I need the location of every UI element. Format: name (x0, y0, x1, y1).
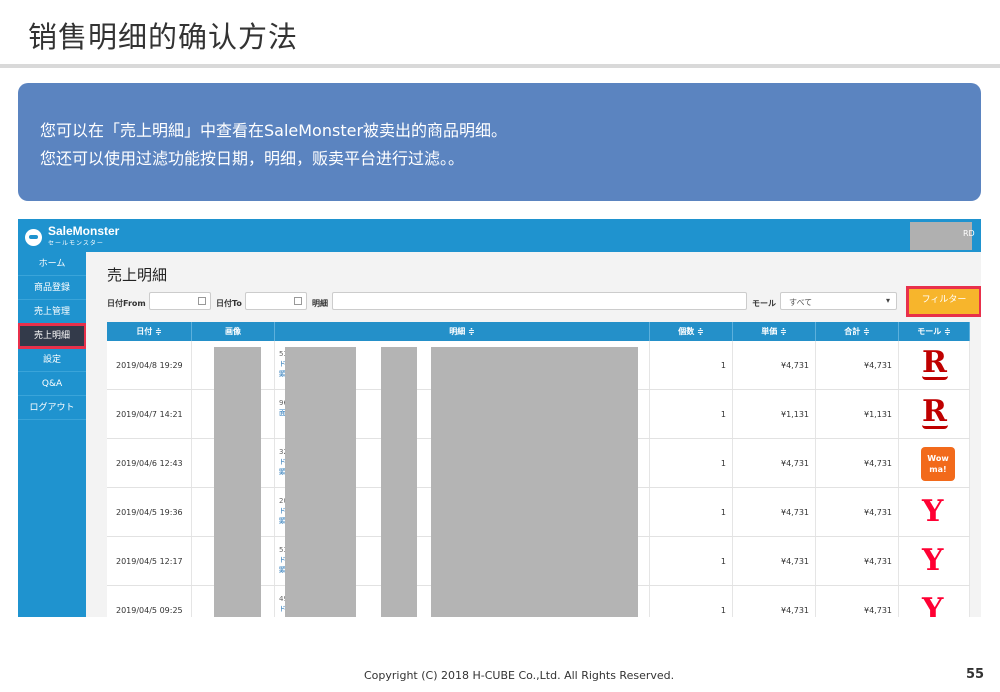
filter-button[interactable]: フィルター (906, 286, 981, 317)
copyright-footer: Copyright (C) 2018 H-CUBE Co.,Ltd. All R… (364, 669, 675, 682)
row-date: 2019/04/7 14:21 (107, 390, 192, 438)
row-qty: 1 (650, 341, 733, 389)
row-date: 2019/04/6 12:43 (107, 439, 192, 487)
filter-bar: 日付From 日付To 明細 モール すべて ▾ (107, 292, 977, 312)
redaction-block (214, 347, 261, 617)
sidebar-item-sales-detail[interactable]: 売上明細 (18, 323, 87, 349)
page-number: 55 (966, 667, 985, 682)
detail-label: 明細 (312, 299, 328, 308)
sidebar-item-home[interactable]: ホーム (18, 252, 86, 276)
redaction-block (285, 347, 356, 617)
redaction-block (381, 347, 417, 617)
title-divider (0, 64, 1000, 68)
chevron-down-icon: ▾ (885, 296, 890, 305)
row-unit-price: ¥4,731 (733, 488, 816, 536)
row-mall: R (899, 341, 970, 389)
row-unit-price: ¥4,731 (733, 586, 816, 617)
row-date: 2019/04/8 19:29 (107, 341, 192, 389)
row-total: ¥1,131 (816, 390, 899, 438)
sidebar-item-qa[interactable]: Q&A (18, 372, 86, 396)
row-date: 2019/04/5 09:25 (107, 586, 192, 617)
row-date: 2019/04/5 19:36 (107, 488, 192, 536)
row-qty: 1 (650, 390, 733, 438)
date-to-label: 日付To (216, 299, 242, 308)
col-qty[interactable]: 個数 ≑ (650, 322, 733, 341)
row-qty: 1 (650, 439, 733, 487)
col-total[interactable]: 合計 ≑ (816, 322, 899, 341)
row-unit-price: ¥4,731 (733, 341, 816, 389)
row-mall: Wow ma! (899, 439, 970, 487)
monster-logo-icon (25, 229, 42, 246)
row-unit-price: ¥4,731 (733, 439, 816, 487)
row-date: 2019/04/5 12:17 (107, 537, 192, 585)
rakuten-logo-underline (922, 376, 948, 380)
info-line-2: 您还可以使用过滤功能按日期，明细，贩卖平台进行过滤。。 (40, 149, 465, 168)
yahoo-logo-icon: Y (922, 592, 944, 617)
mall-select-value: すべて (789, 298, 813, 307)
sidebar-item-product-register[interactable]: 商品登録 (18, 276, 86, 300)
sidebar-item-logout[interactable]: ログアウト (18, 396, 86, 420)
calendar-icon[interactable] (198, 297, 206, 305)
yahoo-logo-icon: Y (922, 543, 944, 578)
page-title: 売上明細 (107, 266, 168, 284)
row-mall: Y (899, 488, 970, 536)
row-mall: Y (899, 537, 970, 585)
slide-title: 销售明细的确认方法 (28, 20, 299, 54)
row-qty: 1 (650, 586, 733, 617)
col-date[interactable]: 日付 ≑ (107, 322, 192, 341)
info-line-1: 您可以在「売上明細」中查看在SaleMonster被卖出的商品明细。 (40, 121, 508, 140)
row-total: ¥4,731 (816, 341, 899, 389)
col-image: 画像 (192, 322, 275, 341)
row-unit-price: ¥1,131 (733, 390, 816, 438)
col-unit-price[interactable]: 単価 ≑ (733, 322, 816, 341)
row-qty: 1 (650, 537, 733, 585)
sidebar: ホーム 商品登録 売上管理 売上明細 設定 Q&A ログアウト (18, 252, 87, 617)
info-box: 您可以在「売上明細」中查看在SaleMonster被卖出的商品明细。 您还可以使… (18, 83, 981, 201)
mall-label: モール (752, 299, 776, 308)
sidebar-item-settings[interactable]: 設定 (18, 348, 86, 372)
row-qty: 1 (650, 488, 733, 536)
rakuten-logo-icon: R (922, 345, 947, 380)
row-unit-price: ¥4,731 (733, 537, 816, 585)
rakuten-logo-icon: R (922, 394, 947, 429)
user-name-fragment: RD (963, 229, 975, 238)
col-detail[interactable]: 明細 ≑ (275, 322, 650, 341)
yahoo-logo-icon: Y (922, 494, 944, 529)
redaction-block (431, 347, 638, 617)
mall-select[interactable]: すべて ▾ (780, 292, 897, 310)
row-total: ¥4,731 (816, 586, 899, 617)
brand-subtitle: セールモンスター (48, 241, 104, 247)
table-header: 日付 ≑ 画像 明細 ≑ 個数 ≑ 単価 ≑ 合計 ≑ モール ≑ (107, 322, 970, 341)
top-bar: SaleMonster セールモンスター RD (18, 219, 981, 252)
app-logo[interactable]: SaleMonster セールモンスター (25, 225, 119, 250)
calendar-icon[interactable] (294, 297, 302, 305)
date-to-input[interactable] (245, 292, 307, 310)
row-mall: R (899, 390, 970, 438)
sidebar-item-sales-management[interactable]: 売上管理 (18, 300, 86, 324)
row-mall: Y (899, 586, 970, 617)
detail-search-input[interactable] (332, 292, 747, 310)
date-from-label: 日付From (107, 299, 146, 308)
rakuten-logo-underline (922, 425, 948, 429)
col-mall[interactable]: モール ≑ (899, 322, 970, 341)
app-screenshot: SaleMonster セールモンスター RD ホーム 商品登録 売上管理 売上… (18, 219, 981, 617)
row-total: ¥4,731 (816, 488, 899, 536)
row-total: ¥4,731 (816, 439, 899, 487)
brand-name: SaleMonster (48, 224, 120, 238)
row-total: ¥4,731 (816, 537, 899, 585)
date-from-input[interactable] (149, 292, 211, 310)
wowma-logo-icon: Wow ma! (921, 447, 955, 481)
